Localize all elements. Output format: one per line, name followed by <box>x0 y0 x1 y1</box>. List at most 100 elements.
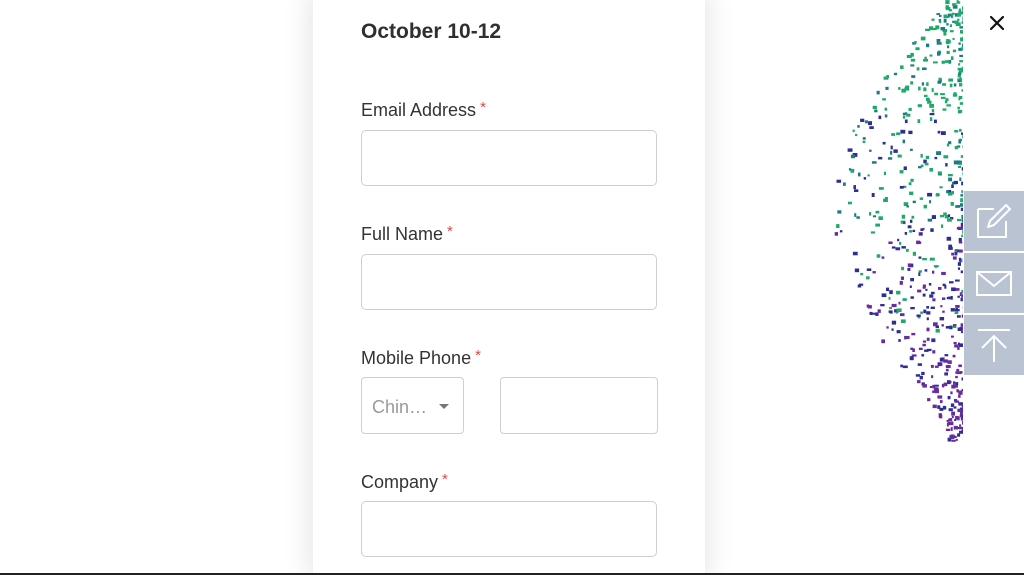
decorative-dot <box>929 113 935 116</box>
decorative-dot <box>904 232 908 235</box>
decorative-dot <box>938 287 942 290</box>
mail-button[interactable] <box>964 253 1024 313</box>
decorative-dot <box>948 408 953 412</box>
decorative-dot <box>960 331 963 334</box>
decorative-dot <box>941 60 945 64</box>
decorative-dot <box>896 290 901 295</box>
company-field[interactable] <box>361 501 657 557</box>
decorative-dot <box>960 194 963 197</box>
decorative-dot <box>919 197 924 200</box>
decorative-dot <box>951 439 956 442</box>
full-name-field[interactable] <box>361 254 657 310</box>
decorative-dot <box>957 110 961 114</box>
event-date-heading: October 10-12 <box>361 20 502 43</box>
decorative-dot <box>957 267 960 270</box>
decorative-dot <box>902 365 908 369</box>
decorative-dot <box>946 297 952 300</box>
decorative-dot <box>951 191 954 195</box>
decorative-dot <box>948 421 954 426</box>
decorative-dot <box>921 371 925 375</box>
decorative-dot <box>959 391 963 395</box>
decorative-dot <box>906 248 909 252</box>
decorative-dot <box>871 161 877 164</box>
decorative-dot <box>951 287 956 292</box>
decorative-dot <box>917 289 922 293</box>
decorative-dot <box>897 238 900 242</box>
decorative-dot <box>939 186 943 189</box>
decorative-dot <box>922 293 926 297</box>
decorative-dot <box>890 150 893 155</box>
decorative-dot <box>912 251 916 256</box>
country-code-select[interactable]: Chin… <box>361 377 464 434</box>
mobile-phone-field[interactable] <box>500 377 658 434</box>
decorative-dot <box>955 371 959 374</box>
decorative-dot <box>885 86 889 90</box>
decorative-dot <box>882 141 886 145</box>
decorative-dot <box>951 184 954 188</box>
decorative-dot <box>939 214 944 218</box>
close-icon <box>989 15 1005 31</box>
decorative-dot <box>962 229 963 234</box>
decorative-dot <box>948 78 953 82</box>
decorative-dot <box>957 408 962 413</box>
decorative-dot <box>931 375 934 379</box>
decorative-dot <box>909 148 913 151</box>
decorative-dot <box>945 0 950 5</box>
decorative-dot <box>893 72 898 76</box>
decorative-dot <box>910 307 915 310</box>
decorative-dot <box>961 218 963 223</box>
decorative-dot <box>925 28 931 31</box>
decorative-dot <box>951 411 955 416</box>
edit-button[interactable] <box>964 191 1024 251</box>
decorative-dot <box>866 268 872 271</box>
decorative-dot <box>895 311 898 314</box>
decorative-dot <box>926 337 930 341</box>
decorative-dot <box>961 21 963 24</box>
decorative-dot <box>935 328 940 333</box>
decorative-dot <box>961 190 963 193</box>
decorative-dot <box>958 139 962 144</box>
decorative-dot <box>881 339 885 344</box>
registration-form-panel: October 10-12 Email Address * Full Name * … <box>313 0 705 575</box>
decorative-dot <box>900 276 904 280</box>
decorative-dot <box>900 65 904 69</box>
decorative-dot <box>957 346 960 350</box>
decorative-dot <box>924 349 929 352</box>
decorative-dot <box>947 45 950 49</box>
close-button[interactable] <box>982 8 1012 38</box>
decorative-dot <box>883 76 889 80</box>
decorative-dot <box>850 154 855 159</box>
decorative-dot <box>920 36 926 41</box>
decorative-dot <box>955 375 958 379</box>
decorative-dot <box>922 284 926 288</box>
decorative-dot <box>918 270 922 273</box>
decorative-dot <box>937 80 942 84</box>
decorative-dot <box>919 375 923 380</box>
decorative-dot <box>902 139 906 144</box>
decorative-dot <box>961 167 963 171</box>
decorative-dot <box>836 179 842 183</box>
decorative-dot <box>936 39 941 43</box>
decorative-dot <box>948 189 952 192</box>
back-to-top-button[interactable] <box>964 315 1024 375</box>
decorative-dot <box>955 309 960 312</box>
decorative-dot <box>940 93 945 96</box>
decorative-dot <box>924 94 928 97</box>
email-field[interactable] <box>361 130 657 186</box>
decorative-dot <box>927 192 933 197</box>
decorative-dot <box>946 143 949 147</box>
decorative-dot <box>839 230 843 233</box>
decorative-dot <box>901 266 905 271</box>
decorative-dot <box>954 400 960 403</box>
decorative-dot <box>922 258 927 261</box>
decorative-dot <box>950 202 954 206</box>
decorative-dot <box>920 311 923 314</box>
decorative-dot <box>947 218 952 222</box>
decorative-dot <box>909 230 913 233</box>
decorative-dot <box>957 262 961 266</box>
decorative-dot <box>940 96 946 99</box>
decorative-dot <box>926 311 931 315</box>
decorative-dot <box>957 295 960 298</box>
decorative-dot <box>942 310 945 313</box>
decorative-dot <box>903 166 907 171</box>
